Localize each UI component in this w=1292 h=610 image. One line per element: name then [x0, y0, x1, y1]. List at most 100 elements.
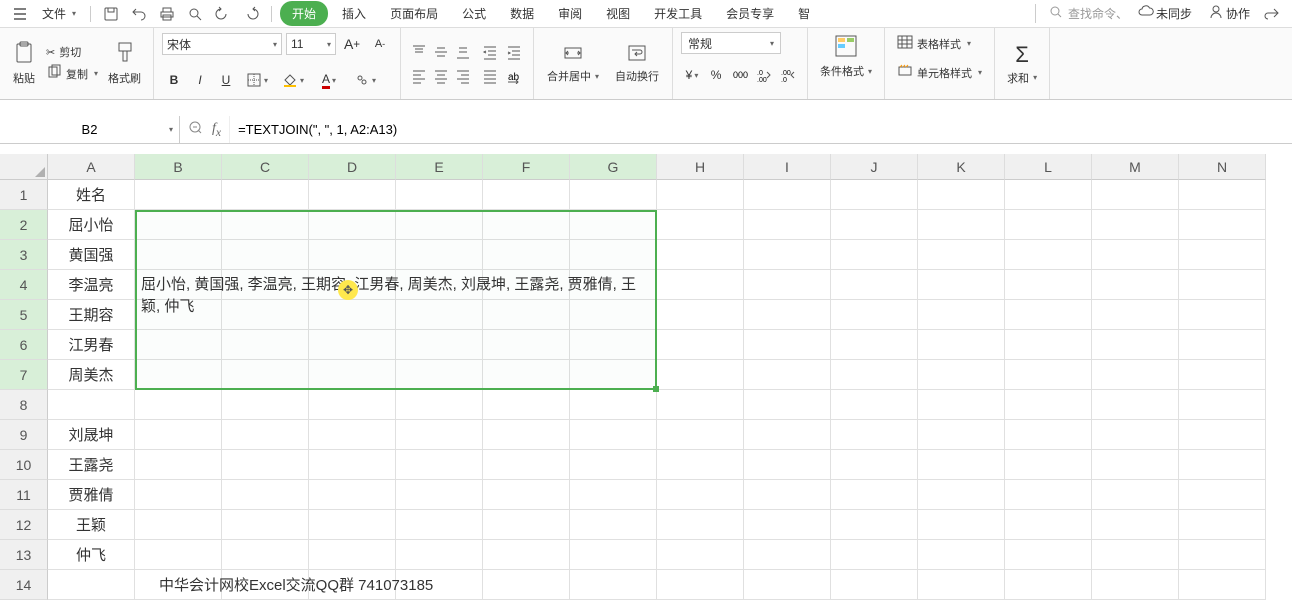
tab-more[interactable]: 智 — [788, 1, 820, 26]
cell-B14[interactable]: 中华会计网校Excel交流QQ群 741073185 — [135, 570, 222, 600]
row-header-14[interactable]: 14 — [0, 570, 48, 600]
cell-K14[interactable] — [918, 570, 1005, 600]
cell-H3[interactable] — [657, 240, 744, 270]
increase-indent-button[interactable] — [503, 41, 525, 63]
row-header-13[interactable]: 13 — [0, 540, 48, 570]
cell-G10[interactable] — [570, 450, 657, 480]
cell-L13[interactable] — [1005, 540, 1092, 570]
cell-F3[interactable] — [483, 240, 570, 270]
cell-H5[interactable] — [657, 300, 744, 330]
row-header-5[interactable]: 5 — [0, 300, 48, 330]
cell-A4[interactable]: 李温亮 — [48, 270, 135, 300]
cell-F13[interactable] — [483, 540, 570, 570]
cell-M8[interactable] — [1092, 390, 1179, 420]
tab-view[interactable]: 视图 — [596, 1, 640, 26]
cell-C11[interactable] — [222, 480, 309, 510]
cell-E4[interactable] — [396, 270, 483, 300]
cell-F11[interactable] — [483, 480, 570, 510]
redo-icon[interactable] — [239, 2, 263, 26]
row-header-10[interactable]: 10 — [0, 450, 48, 480]
cell-B9[interactable] — [135, 420, 222, 450]
row-header-3[interactable]: 3 — [0, 240, 48, 270]
row-header-6[interactable]: 6 — [0, 330, 48, 360]
cell-F9[interactable] — [483, 420, 570, 450]
cell-F2[interactable] — [483, 210, 570, 240]
col-header-H[interactable]: H — [657, 154, 744, 180]
merge-center-button[interactable]: 合并居中▾ — [542, 40, 604, 87]
cell-N8[interactable] — [1179, 390, 1266, 420]
cell-J5[interactable] — [831, 300, 918, 330]
align-right-button[interactable] — [453, 65, 473, 87]
cell-N13[interactable] — [1179, 540, 1266, 570]
cell-N1[interactable] — [1179, 180, 1266, 210]
tab-start[interactable]: 开始 — [280, 1, 328, 26]
col-header-G[interactable]: G — [570, 154, 657, 180]
wrap-text-button[interactable]: 自动换行 — [610, 40, 664, 87]
cell-C3[interactable] — [222, 240, 309, 270]
cell-I5[interactable] — [744, 300, 831, 330]
copy-button[interactable]: 复制▾ — [46, 64, 98, 83]
cell-M14[interactable] — [1092, 570, 1179, 600]
cell-E8[interactable] — [396, 390, 483, 420]
cell-M2[interactable] — [1092, 210, 1179, 240]
cell-C1[interactable] — [222, 180, 309, 210]
cell-E7[interactable] — [396, 360, 483, 390]
decrease-indent-button[interactable] — [479, 41, 501, 63]
cell-F7[interactable] — [483, 360, 570, 390]
cell-C10[interactable] — [222, 450, 309, 480]
cell-E1[interactable] — [396, 180, 483, 210]
align-top-button[interactable] — [409, 41, 429, 63]
row-header-12[interactable]: 12 — [0, 510, 48, 540]
share-icon[interactable] — [1260, 2, 1284, 26]
cell-D1[interactable] — [309, 180, 396, 210]
cell-L6[interactable] — [1005, 330, 1092, 360]
col-header-M[interactable]: M — [1092, 154, 1179, 180]
cell-M3[interactable] — [1092, 240, 1179, 270]
cell-H9[interactable] — [657, 420, 744, 450]
cell-F8[interactable] — [483, 390, 570, 420]
cell-K9[interactable] — [918, 420, 1005, 450]
cell-B10[interactable] — [135, 450, 222, 480]
unsync-button[interactable]: 未同步 — [1132, 4, 1198, 23]
underline-button[interactable]: U — [214, 68, 238, 92]
tab-member[interactable]: 会员专享 — [716, 1, 784, 26]
cell-D10[interactable] — [309, 450, 396, 480]
cell-D11[interactable] — [309, 480, 396, 510]
command-search[interactable]: 查找命令、 — [1035, 4, 1128, 23]
cell-G4[interactable] — [570, 270, 657, 300]
border-button[interactable]: ▾ — [240, 68, 274, 92]
cell-K13[interactable] — [918, 540, 1005, 570]
cell-K5[interactable] — [918, 300, 1005, 330]
cell-D5[interactable] — [309, 300, 396, 330]
cell-L9[interactable] — [1005, 420, 1092, 450]
cell-B3[interactable] — [135, 240, 222, 270]
conditional-format-button[interactable]: 条件格式▾ — [816, 32, 876, 81]
cell-I8[interactable] — [744, 390, 831, 420]
cell-L3[interactable] — [1005, 240, 1092, 270]
cell-L4[interactable] — [1005, 270, 1092, 300]
cell-N4[interactable] — [1179, 270, 1266, 300]
align-left-button[interactable] — [409, 65, 429, 87]
cell-F10[interactable] — [483, 450, 570, 480]
cell-I3[interactable] — [744, 240, 831, 270]
cell-E2[interactable] — [396, 210, 483, 240]
cell-G14[interactable] — [570, 570, 657, 600]
cell-G13[interactable] — [570, 540, 657, 570]
cell-B4[interactable] — [135, 270, 222, 300]
cell-L2[interactable] — [1005, 210, 1092, 240]
cell-J8[interactable] — [831, 390, 918, 420]
name-box[interactable]: ▾ — [0, 116, 180, 143]
cell-H7[interactable] — [657, 360, 744, 390]
cell-H2[interactable] — [657, 210, 744, 240]
format-painter-button[interactable]: 格式刷 — [104, 39, 145, 88]
cell-D9[interactable] — [309, 420, 396, 450]
cell-F5[interactable] — [483, 300, 570, 330]
cell-K7[interactable] — [918, 360, 1005, 390]
cell-I6[interactable] — [744, 330, 831, 360]
cell-L7[interactable] — [1005, 360, 1092, 390]
cell-K6[interactable] — [918, 330, 1005, 360]
cell-L1[interactable] — [1005, 180, 1092, 210]
cell-M6[interactable] — [1092, 330, 1179, 360]
cell-E13[interactable] — [396, 540, 483, 570]
cell-N3[interactable] — [1179, 240, 1266, 270]
